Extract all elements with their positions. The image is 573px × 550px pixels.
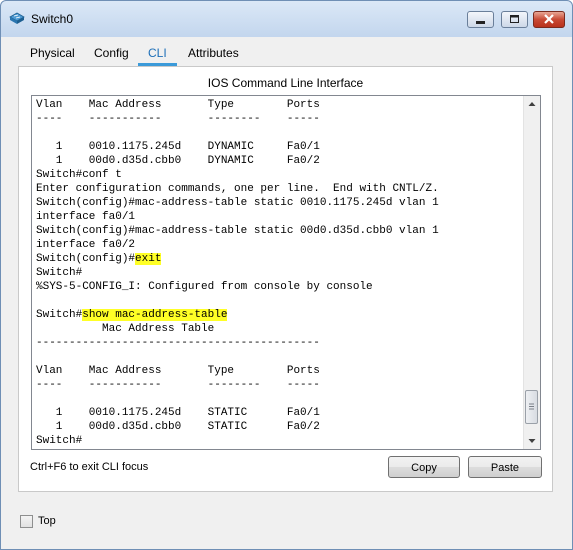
arrow-up-icon <box>528 102 536 106</box>
scrollbar-thumb[interactable] <box>525 390 538 424</box>
terminal-line: Mac Address Table <box>36 323 215 335</box>
terminal-prompt: Switch# <box>36 309 83 321</box>
terminal-line: Switch#show mac-address-table <box>36 308 439 322</box>
top-checkbox[interactable] <box>20 515 33 528</box>
terminal-prompt: Switch(config)# <box>36 253 136 265</box>
tab-attributes[interactable]: Attributes <box>182 44 245 66</box>
cli-title: IOS Command Line Interface <box>207 76 364 90</box>
vertical-scrollbar[interactable] <box>523 96 540 449</box>
terminal-line: Switch(config)#exit <box>36 252 439 266</box>
terminal-line: 1 00d0.d35d.cbb0 STATIC Fa0/2 <box>36 421 320 433</box>
close-icon <box>544 14 554 24</box>
terminal-line: ----------------------------------------… <box>36 337 320 349</box>
terminal-line: Switch(config)#mac-address-table static … <box>36 197 439 209</box>
terminal-output: Vlan Mac Address Type Ports ---- --------… <box>36 98 439 448</box>
terminal-line: interface fa0/2 <box>36 239 136 251</box>
terminal-line: 1 00d0.d35d.cbb0 DYNAMIC Fa0/2 <box>36 155 320 167</box>
scroll-up-button[interactable] <box>524 96 540 112</box>
copy-button[interactable]: Copy <box>388 456 460 478</box>
terminal-line: interface fa0/1 <box>36 211 136 223</box>
maximize-icon <box>510 15 519 23</box>
terminal-line: Switch(config)#mac-address-table static … <box>36 225 439 237</box>
terminal-line: ---- ----------- -------- ----- <box>36 113 320 125</box>
close-button[interactable] <box>533 11 565 28</box>
terminal-line: Switch# <box>36 267 83 279</box>
tab-physical[interactable]: Physical <box>24 44 81 66</box>
tab-config[interactable]: Config <box>88 44 135 66</box>
arrow-down-icon <box>528 439 536 443</box>
maximize-button[interactable] <box>501 11 528 28</box>
terminal-line: Switch# <box>36 435 83 447</box>
terminal-line: Enter configuration commands, one per li… <box>36 183 439 195</box>
grip-icon <box>529 403 534 410</box>
cli-focus-hint: Ctrl+F6 to exit CLI focus <box>30 461 149 473</box>
terminal-line: Vlan Mac Address Type Ports <box>36 365 320 377</box>
switch-icon <box>9 11 25 25</box>
window-title: Switch0 <box>31 12 74 26</box>
terminal-line: %SYS-5-CONFIG_I: Configured from console… <box>36 281 373 293</box>
active-tab-indicator <box>138 63 177 66</box>
scroll-down-button[interactable] <box>524 433 540 449</box>
minimize-icon <box>476 21 485 24</box>
terminal-line: 1 0010.1175.245d DYNAMIC Fa0/1 <box>36 141 320 153</box>
terminal-line: ---- ----------- -------- ----- <box>36 379 320 391</box>
paste-button[interactable]: Paste <box>468 456 542 478</box>
highlighted-command: show mac-address-table <box>82 309 228 321</box>
cli-terminal[interactable]: Vlan Mac Address Type Ports ---- --------… <box>31 95 541 450</box>
minimize-button[interactable] <box>467 11 494 28</box>
title-bar[interactable]: Switch0 <box>1 1 572 35</box>
highlighted-command: exit <box>135 253 162 265</box>
terminal-line: Switch#conf t <box>36 169 122 181</box>
terminal-line: 1 0010.1175.245d STATIC Fa0/1 <box>36 407 320 419</box>
top-checkbox-label: Top <box>38 515 56 527</box>
terminal-line: Vlan Mac Address Type Ports <box>36 99 320 111</box>
